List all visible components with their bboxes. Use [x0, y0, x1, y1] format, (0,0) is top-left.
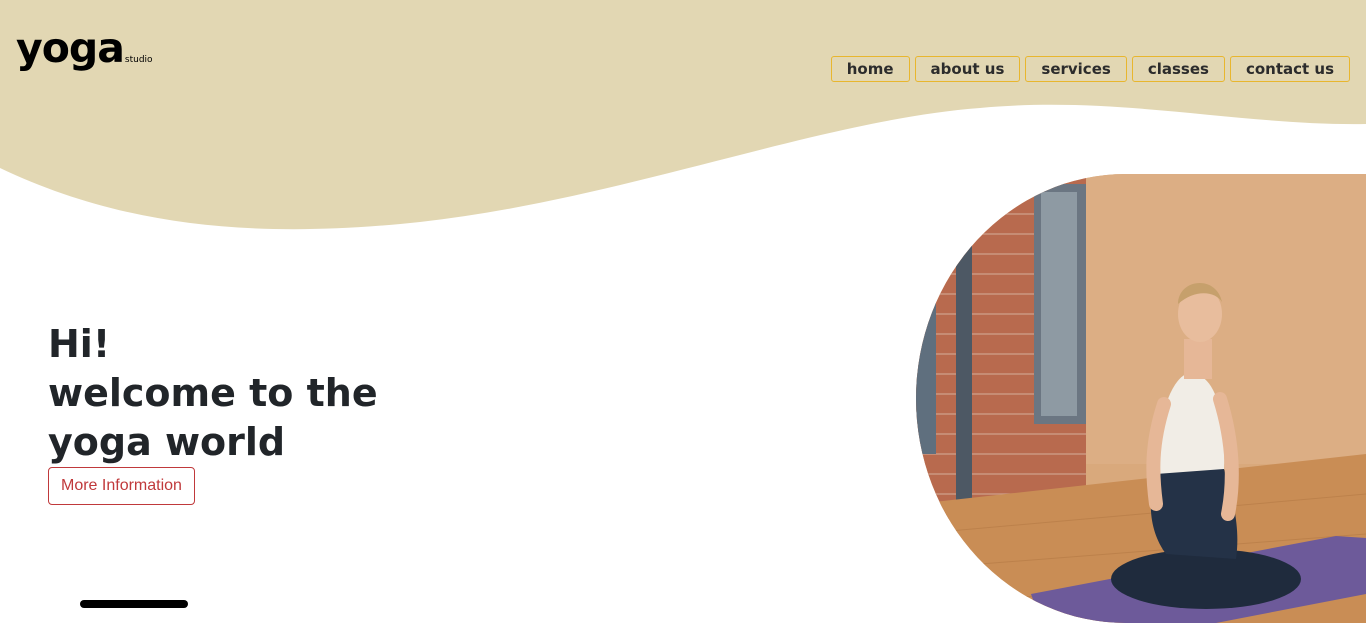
hero-section: Hi! welcome to the yoga world More Infor…	[48, 320, 378, 505]
nav-classes-button[interactable]: classes	[1131, 56, 1225, 82]
nav-about-us-button[interactable]: about us	[914, 56, 1021, 82]
logo-subtext: studio	[124, 55, 153, 65]
logo-text: yoga	[16, 24, 125, 72]
hero-greeting: Hi!	[48, 322, 111, 366]
nav-contact-us-button[interactable]: contact us	[1229, 56, 1350, 82]
hero-heading-line-2: yoga world	[48, 420, 286, 464]
meditation-photo	[916, 174, 1366, 623]
site-logo[interactable]: yoga studio	[16, 28, 153, 69]
hero-heading-line-1: welcome to the	[48, 371, 378, 415]
nav-services-button[interactable]: services	[1025, 56, 1127, 82]
more-information-button[interactable]: More Information	[48, 467, 195, 505]
meditation-illustration	[916, 174, 1366, 623]
horizontal-scrollbar-thumb[interactable]	[80, 600, 188, 608]
nav-home-button[interactable]: home	[830, 56, 910, 82]
main-nav: home about us services classes contact u…	[830, 56, 1350, 82]
